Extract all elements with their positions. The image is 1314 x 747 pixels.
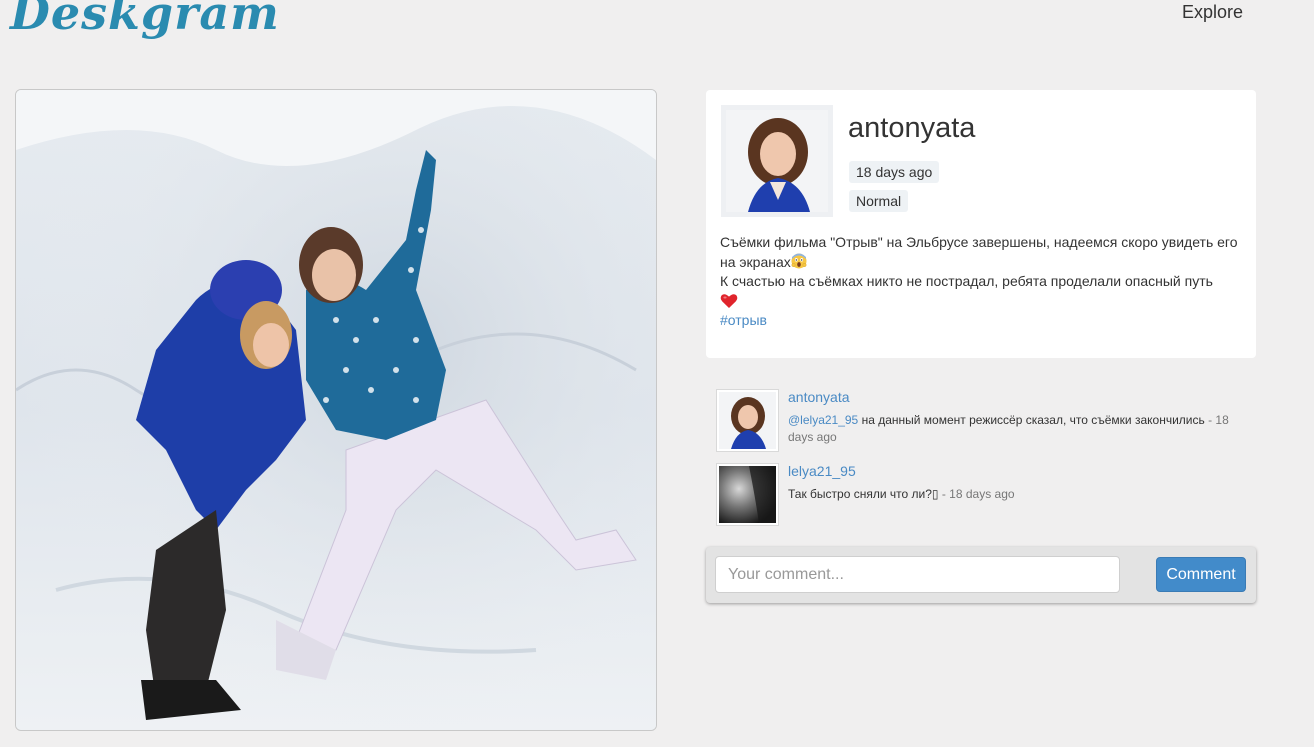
post-info-card: antonyata 18 days ago Normal Съёмки филь… <box>706 90 1256 358</box>
author-username[interactable]: antonyata <box>848 112 975 145</box>
comment-item: lelya21_95 Так быстро сняли что ли?▯ - 1… <box>716 463 1256 527</box>
heart-emoji-icon <box>720 293 738 308</box>
avatar-portrait-icon <box>726 110 828 212</box>
scream-emoji-icon <box>791 253 807 268</box>
comment-avatar[interactable] <box>716 463 779 526</box>
hashtag-link[interactable]: #отрыв <box>720 312 767 328</box>
comment-form: Comment <box>706 547 1256 603</box>
post-photo[interactable] <box>15 89 657 731</box>
post-filter-badge: Normal <box>849 190 909 212</box>
comment-item: antonyata @lelya21_95 на данный момент р… <box>716 389 1256 453</box>
comment-username[interactable]: lelya21_95 <box>788 463 856 479</box>
post-time-badge: 18 days ago <box>849 161 940 183</box>
comment-mention-link[interactable]: @lelya21_95 <box>788 413 858 427</box>
caption-line-2: К счастью на съёмках никто не пострадал,… <box>720 273 1213 289</box>
comment-time: - 18 days ago <box>938 487 1015 501</box>
comment-username[interactable]: antonyata <box>788 389 850 405</box>
snow-photo-illustration <box>16 90 656 730</box>
comment-avatar[interactable] <box>716 389 779 452</box>
deskgram-logo[interactable]: Deskgram <box>10 0 280 40</box>
comment-submit-button[interactable]: Comment <box>1156 557 1246 592</box>
comment-input[interactable] <box>715 556 1120 593</box>
comment-body: Так быстро сняли что ли?▯ <box>788 487 939 501</box>
comment-body: на данный момент режиссёр сказал, что съ… <box>858 413 1205 427</box>
dark-photo-avatar-icon <box>719 466 776 523</box>
author-avatar[interactable] <box>721 105 833 217</box>
avatar-portrait-icon <box>719 392 776 449</box>
comment-text: @lelya21_95 на данный момент режиссёр ск… <box>788 412 1250 446</box>
post-caption: Съёмки фильма "Отрыв" на Эльбрусе заверш… <box>720 233 1245 331</box>
comment-text: Так быстро сняли что ли?▯ - 18 days ago <box>788 486 1250 503</box>
nav-explore-link[interactable]: Explore <box>1182 2 1243 23</box>
